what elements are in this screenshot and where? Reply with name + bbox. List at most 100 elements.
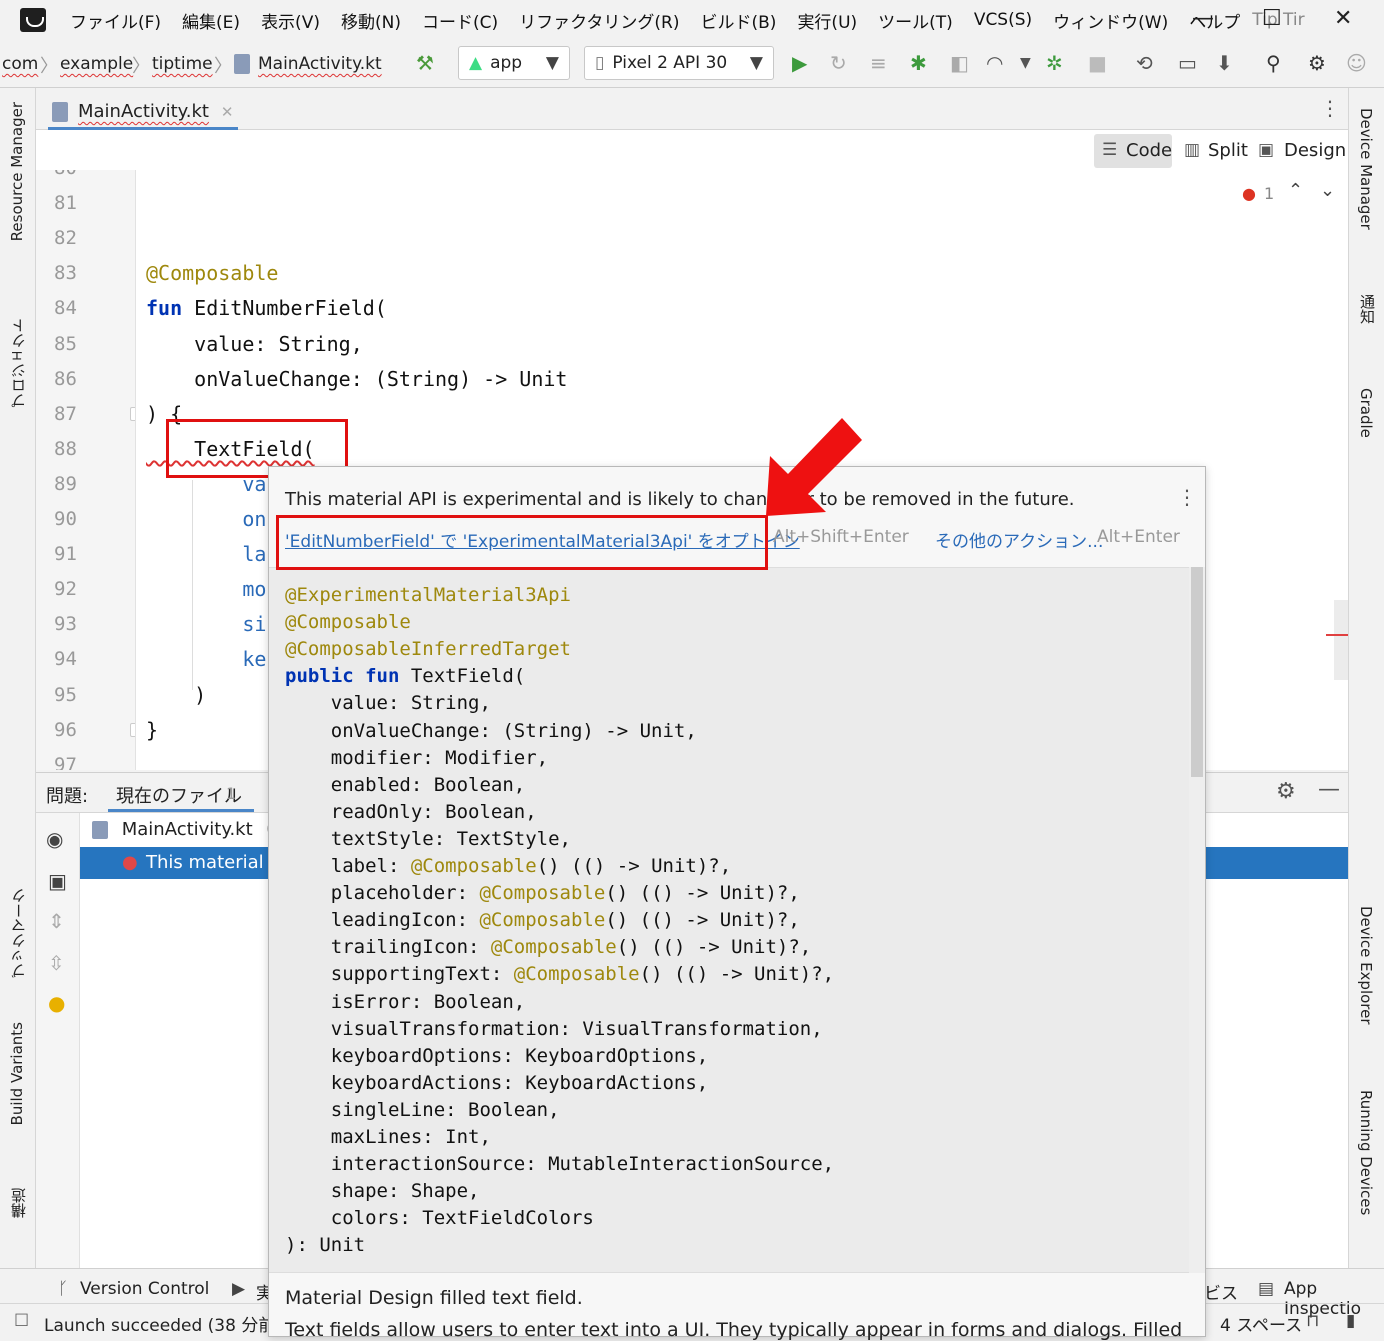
signature-line: colors: TextFieldColors bbox=[285, 1207, 594, 1230]
tab-mainactivity[interactable]: MainActivity.kt ✕ bbox=[48, 96, 238, 130]
code-line: value: String, bbox=[146, 331, 363, 356]
preview-icon[interactable]: ▣ bbox=[48, 869, 67, 893]
debug-icon[interactable]: ✱ bbox=[910, 52, 927, 74]
prev-error-icon[interactable]: ⌃ bbox=[1288, 180, 1303, 201]
gradle-tab[interactable]: Gradle bbox=[1357, 388, 1375, 438]
sdk-manager-icon[interactable]: ⬇ bbox=[1216, 52, 1233, 74]
breadcrumb-file[interactable]: MainActivity.kt bbox=[258, 54, 382, 74]
expand-all-icon[interactable]: ⇕ bbox=[48, 909, 65, 933]
code-line: on bbox=[146, 507, 267, 531]
maximize-icon[interactable]: ☐ bbox=[1262, 6, 1282, 31]
eye-icon[interactable]: ◉ bbox=[46, 827, 63, 851]
run-config-label: app bbox=[490, 53, 523, 73]
debug-attach-icon[interactable]: ✲ bbox=[1046, 52, 1063, 74]
more-actions-link[interactable]: その他のアクション... bbox=[935, 527, 1103, 552]
indent-setting[interactable]: 4 スペース bbox=[1220, 1311, 1302, 1336]
menu-vcs[interactable]: VCS(S) bbox=[974, 10, 1032, 30]
signature-line: interactionSource: MutableInteractionSou… bbox=[285, 1153, 835, 1176]
running-devices-tab[interactable]: Running Devices bbox=[1357, 1090, 1375, 1215]
code-line: ke bbox=[146, 647, 267, 672]
menu-build[interactable]: ビルド(B) bbox=[701, 8, 777, 33]
next-error-icon[interactable]: ⌄ bbox=[1320, 180, 1335, 201]
signature-line: maxLines: Int, bbox=[285, 1126, 491, 1148]
collapse-all-icon[interactable]: ⇳ bbox=[48, 951, 65, 975]
device-select[interactable]: ▯ Pixel 2 API 30 ▼ bbox=[584, 46, 774, 80]
menu-code[interactable]: コード(C) bbox=[422, 8, 498, 33]
version-control-tab[interactable]: Version Control bbox=[80, 1279, 209, 1299]
structure-tab[interactable]: 構造 bbox=[8, 1188, 29, 1218]
hammer-icon[interactable]: ⚒ bbox=[416, 52, 434, 74]
menu-navigate[interactable]: 移動(N) bbox=[341, 8, 401, 33]
minimize-icon[interactable]: — bbox=[1192, 6, 1214, 31]
lightbulb-icon[interactable]: ● bbox=[48, 991, 65, 1015]
gradle-sync-icon[interactable]: ⟲ bbox=[1136, 52, 1153, 74]
error-count: 1 bbox=[1264, 184, 1275, 203]
split-mode-button[interactable]: Split bbox=[1208, 140, 1248, 161]
error-stripe-marker[interactable] bbox=[1326, 634, 1348, 636]
editor-header: ☰ Code ▥ Split ▣ Design bbox=[36, 130, 1348, 170]
device-explorer-tab[interactable]: Device Explorer bbox=[1357, 906, 1375, 1025]
account-icon[interactable]: ☺ bbox=[1346, 52, 1367, 74]
tab-current-file[interactable]: 現在のファイル bbox=[116, 782, 242, 808]
phone-icon: ▯ bbox=[595, 53, 605, 73]
run-config-select[interactable]: ▲ app ▼ bbox=[458, 46, 570, 80]
code-line: ) bbox=[146, 682, 207, 707]
build-variants-tab[interactable]: Build Variants bbox=[8, 1022, 26, 1125]
line-number: 93 bbox=[54, 613, 77, 636]
signature-line: onValueChange: (String) -> Unit, bbox=[285, 719, 697, 742]
menu-view[interactable]: 表示(V) bbox=[261, 8, 320, 33]
search-icon[interactable]: ⚲ bbox=[1266, 52, 1281, 74]
apply-code-icon[interactable]: ≡ bbox=[870, 52, 887, 74]
line-number: 92 bbox=[54, 578, 77, 601]
menu-tools[interactable]: ツール(T) bbox=[878, 8, 953, 33]
menu-run[interactable]: 実行(U) bbox=[797, 8, 857, 33]
editor-scrollbar[interactable] bbox=[1334, 600, 1348, 680]
chevron-down-icon[interactable]: ▼ bbox=[1020, 52, 1031, 74]
chevron-right-icon: 〉 bbox=[40, 56, 58, 77]
apply-changes-icon[interactable]: ↻ bbox=[830, 52, 847, 74]
profiler-icon[interactable]: ◠ bbox=[986, 52, 1003, 74]
hide-panel-icon[interactable]: — bbox=[1318, 777, 1340, 802]
menu-window[interactable]: ウィンドウ(W) bbox=[1053, 8, 1168, 33]
breadcrumb-com[interactable]: com bbox=[2, 54, 38, 74]
services-tab[interactable]: ビス bbox=[1204, 1279, 1238, 1304]
red-arrow-icon bbox=[766, 418, 862, 516]
close-tab-icon[interactable]: ✕ bbox=[221, 103, 234, 121]
right-tool-strip: Device Manager 通知 Gradle Device Explorer… bbox=[1348, 88, 1384, 1268]
gear-icon[interactable]: ⚙ bbox=[1276, 779, 1296, 804]
device-manager-icon[interactable]: ▭ bbox=[1178, 52, 1197, 74]
chevron-down-icon: ▼ bbox=[749, 53, 763, 73]
code-line: mo bbox=[146, 577, 267, 602]
tab-current-file-count: 1 bbox=[226, 784, 237, 803]
menu-refactor[interactable]: リファクタリング(R) bbox=[519, 8, 679, 33]
line-number: 80 bbox=[54, 170, 77, 179]
menu-edit[interactable]: 編集(E) bbox=[182, 8, 240, 33]
close-icon[interactable]: ✕ bbox=[1334, 6, 1352, 31]
resource-manager-tab[interactable]: Resource Manager bbox=[8, 102, 26, 241]
lock-icon[interactable]: ⊓ bbox=[1306, 1311, 1319, 1331]
line-number: 81 bbox=[54, 192, 77, 215]
indent-guide bbox=[192, 480, 193, 690]
bookmarks-tab[interactable]: ブックマーク bbox=[8, 888, 29, 978]
popup-scrollbar-thumb[interactable] bbox=[1191, 567, 1203, 777]
more-vertical-icon[interactable]: ⋮ bbox=[1320, 96, 1340, 120]
problem-file-row[interactable]: MainActivity.kt C: bbox=[92, 819, 285, 840]
code-line: onValueChange: (String) -> Unit bbox=[146, 366, 568, 391]
app-inspection-icon: ▤ bbox=[1258, 1279, 1275, 1299]
project-tab[interactable]: プロジェクト bbox=[8, 318, 29, 408]
breadcrumb-example[interactable]: example bbox=[60, 54, 133, 74]
android-studio-logo bbox=[20, 8, 46, 32]
menu-file[interactable]: ファイル(F) bbox=[70, 8, 161, 33]
breadcrumb-tiptime[interactable]: tiptime bbox=[152, 54, 213, 74]
gear-icon[interactable]: ⚙ bbox=[1308, 52, 1326, 74]
design-mode-button[interactable]: Design bbox=[1284, 140, 1346, 161]
attach-debugger-icon[interactable]: ◧ bbox=[950, 52, 969, 74]
signature-block: @ExperimentalMaterial3Api @Composable @Com… bbox=[269, 567, 1189, 1273]
memory-icon[interactable]: ▮ bbox=[1346, 1311, 1355, 1331]
more-vertical-icon[interactable]: ⋮ bbox=[1177, 485, 1197, 509]
popup-scrollbar-track[interactable] bbox=[1189, 567, 1205, 1273]
notifications-tab[interactable]: 通知 bbox=[1357, 294, 1378, 324]
stop-icon[interactable]: ■ bbox=[1088, 52, 1107, 74]
device-manager-tab[interactable]: Device Manager bbox=[1357, 108, 1375, 230]
run-icon[interactable]: ▶ bbox=[792, 52, 807, 74]
